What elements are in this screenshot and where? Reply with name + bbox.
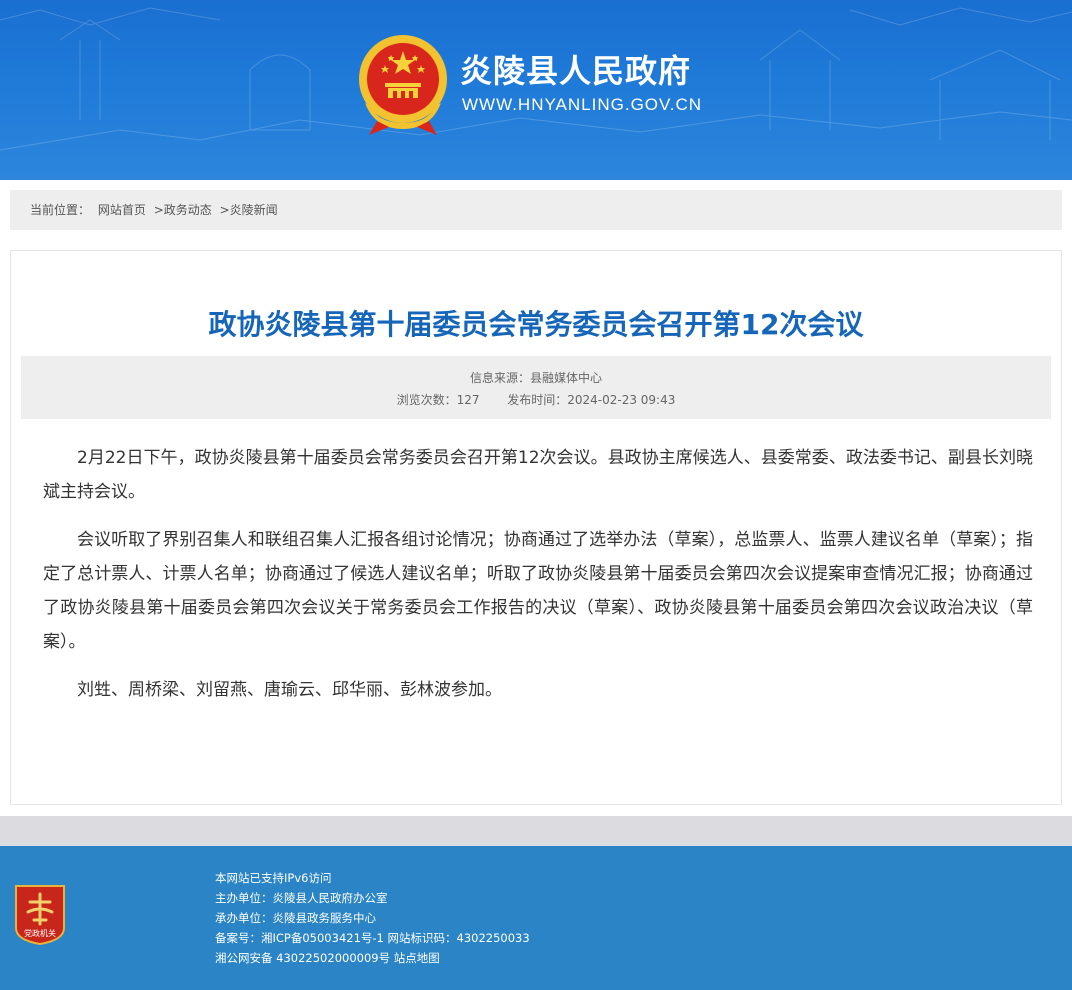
article-paragraph: 会议听取了界别召集人和联组召集人汇报各组讨论情况；协商通过了选举办法（草案），总… [43,530,1033,652]
breadcrumb: 当前位置： 网站首页 >政务动态 >炎陵新闻 [10,190,1062,230]
article-stats: 浏览次数：127 发布时间：2024-02-23 09:43 [21,391,1051,408]
footer-divider-band [0,816,1072,846]
breadcrumb-home-link[interactable]: 网站首页 [98,203,146,217]
footer-info: 本网站已支持IPv6访问 主办单位：炎陵县人民政府办公室 承办单位：炎陵县政务服… [215,868,530,968]
site-header: 炎陵县人民政府 WWW.HNYANLING.GOV.CN [0,0,1072,180]
sponsor-unit: 主办单位：炎陵县人民政府办公室 [215,891,388,905]
article-card: 政协炎陵县第十届委员会常务委员会召开第12次会议 信息来源：县融媒体中心 浏览次… [10,250,1062,805]
article-body: 2月22日下午，政协炎陵县第十届委员会常务委员会召开第12次会议。县政协主席候选… [43,441,1033,721]
article-title: 政协炎陵县第十届委员会常务委员会召开第12次会议 [208,308,864,341]
date-label: 发布时间： [507,393,568,407]
article-source: 信息来源：县融媒体中心 [21,369,1051,386]
source-value: 县融媒体中心 [530,371,603,385]
organizer-unit: 承办单位：炎陵县政务服务中心 [215,911,376,925]
sitemap-link[interactable]: 站点地图 [394,951,440,965]
site-footer: 党政机关 本网站已支持IPv6访问 主办单位：炎陵县人民政府办公室 承办单位：炎… [0,846,1072,990]
police-record-line: 湘公网安备 43022502000009号 站点地图 [215,948,530,968]
article-meta: 信息来源：县融媒体中心 浏览次数：127 发布时间：2024-02-23 09:… [21,356,1051,419]
views-value: 127 [456,393,480,407]
ipv6-notice: 本网站已支持IPv6访问 [215,871,332,885]
icp-record[interactable]: 备案号：湘ICP备05003421号-1 网站标识码：4302250033 [215,928,530,948]
breadcrumb-government-news-link[interactable]: >政务动态 [154,203,212,217]
svg-text:党政机关: 党政机关 [24,928,56,938]
site-url[interactable]: WWW.HNYANLING.GOV.CN [462,95,702,115]
site-title[interactable]: 炎陵县人民政府 [460,46,691,92]
date-value: 2024-02-23 09:43 [567,393,676,407]
police-record[interactable]: 湘公网安备 43022502000009号 [215,951,394,965]
party-government-logo-icon[interactable]: 党政机关 [14,884,66,946]
article-paragraph: 2月22日下午，政协炎陵县第十届委员会常务委员会召开第12次会议。县政协主席候选… [43,448,1033,502]
views-label: 浏览次数： [396,393,457,407]
breadcrumb-prefix: 当前位置： [30,203,91,217]
breadcrumb-yanling-news-link[interactable]: >炎陵新闻 [220,203,278,217]
source-label: 信息来源： [469,371,530,385]
national-emblem-icon[interactable] [355,33,451,137]
article-paragraph: 刘甡、周桥梁、刘留燕、唐瑜云、邱华丽、彭林波参加。 [77,680,502,700]
